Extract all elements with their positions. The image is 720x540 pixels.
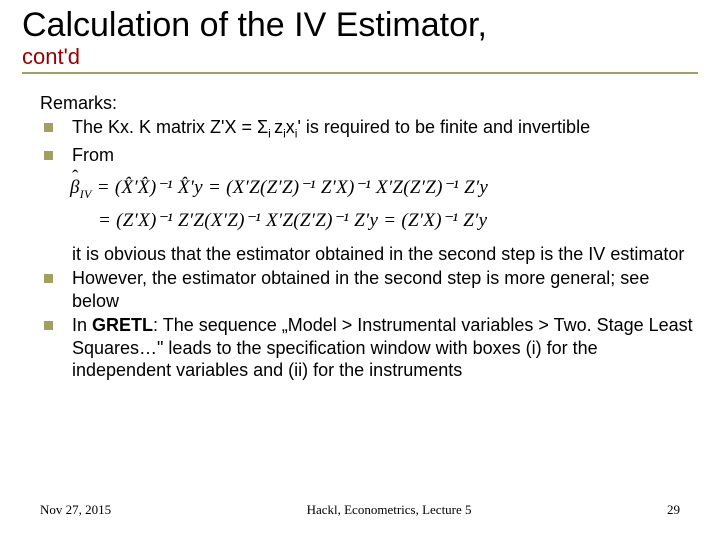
bullet-4: In GRETL: The sequence „Model > Instrume… (40, 314, 698, 382)
b1-text-pre: The Kx. K matrix Z'X = Σ (72, 117, 268, 137)
b4-bold: GRETL (92, 315, 153, 335)
slide-subtitle: cont'd (22, 44, 698, 70)
equation-block: βIV = (X̂′X̂)⁻¹ X̂′y = (X′Z(Z′Z)⁻¹ Z′X)⁻… (70, 172, 698, 237)
footer-page-number: 29 (667, 502, 680, 518)
b1-text-post: ' is required to be finite and invertibl… (297, 117, 590, 137)
beta-hat: β (70, 172, 80, 204)
obvious-continuation: it is obvious that the estimator obtaine… (40, 243, 698, 266)
equation-line-1: βIV = (X̂′X̂)⁻¹ X̂′y = (X′Z(Z′Z)⁻¹ Z′X)⁻… (70, 172, 698, 204)
b1-mid1: z (274, 117, 283, 137)
b4-post: : The sequence „Model > Instrumental var… (72, 315, 693, 380)
bullet-3: However, the estimator obtained in the s… (40, 267, 698, 312)
equation-line-2: = (Z′X)⁻¹ Z′Z(X′Z)⁻¹ X′Z(Z′Z)⁻¹ Z′y = (Z… (70, 205, 698, 237)
bullet-list: The Kx. K matrix Z'X = Σi zixi' is requi… (40, 116, 698, 166)
beta-sub: IV (80, 187, 92, 201)
b1-mid2: x (286, 117, 295, 137)
footer: Nov 27, 2015 Hackl, Econometrics, Lectur… (40, 502, 680, 518)
bullet-list-2: However, the estimator obtained in the s… (40, 267, 698, 382)
bullet-1: The Kx. K matrix Z'X = Σi zixi' is requi… (40, 116, 698, 142)
b4-pre: In (72, 315, 92, 335)
eq1-rest: = (X̂′X̂)⁻¹ X̂′y = (X′Z(Z′Z)⁻¹ Z′X)⁻¹ X′… (92, 177, 488, 198)
remarks-label: Remarks: (40, 92, 698, 115)
body-content: Remarks: The Kx. K matrix Z'X = Σi zixi'… (22, 92, 698, 382)
slide: Calculation of the IV Estimator, cont'd … (0, 0, 720, 540)
bullet-2: From (40, 144, 698, 167)
footer-center: Hackl, Econometrics, Lecture 5 (111, 502, 667, 518)
slide-title: Calculation of the IV Estimator, (22, 8, 698, 44)
title-block: Calculation of the IV Estimator, cont'd (22, 8, 698, 74)
footer-date: Nov 27, 2015 (40, 502, 111, 518)
